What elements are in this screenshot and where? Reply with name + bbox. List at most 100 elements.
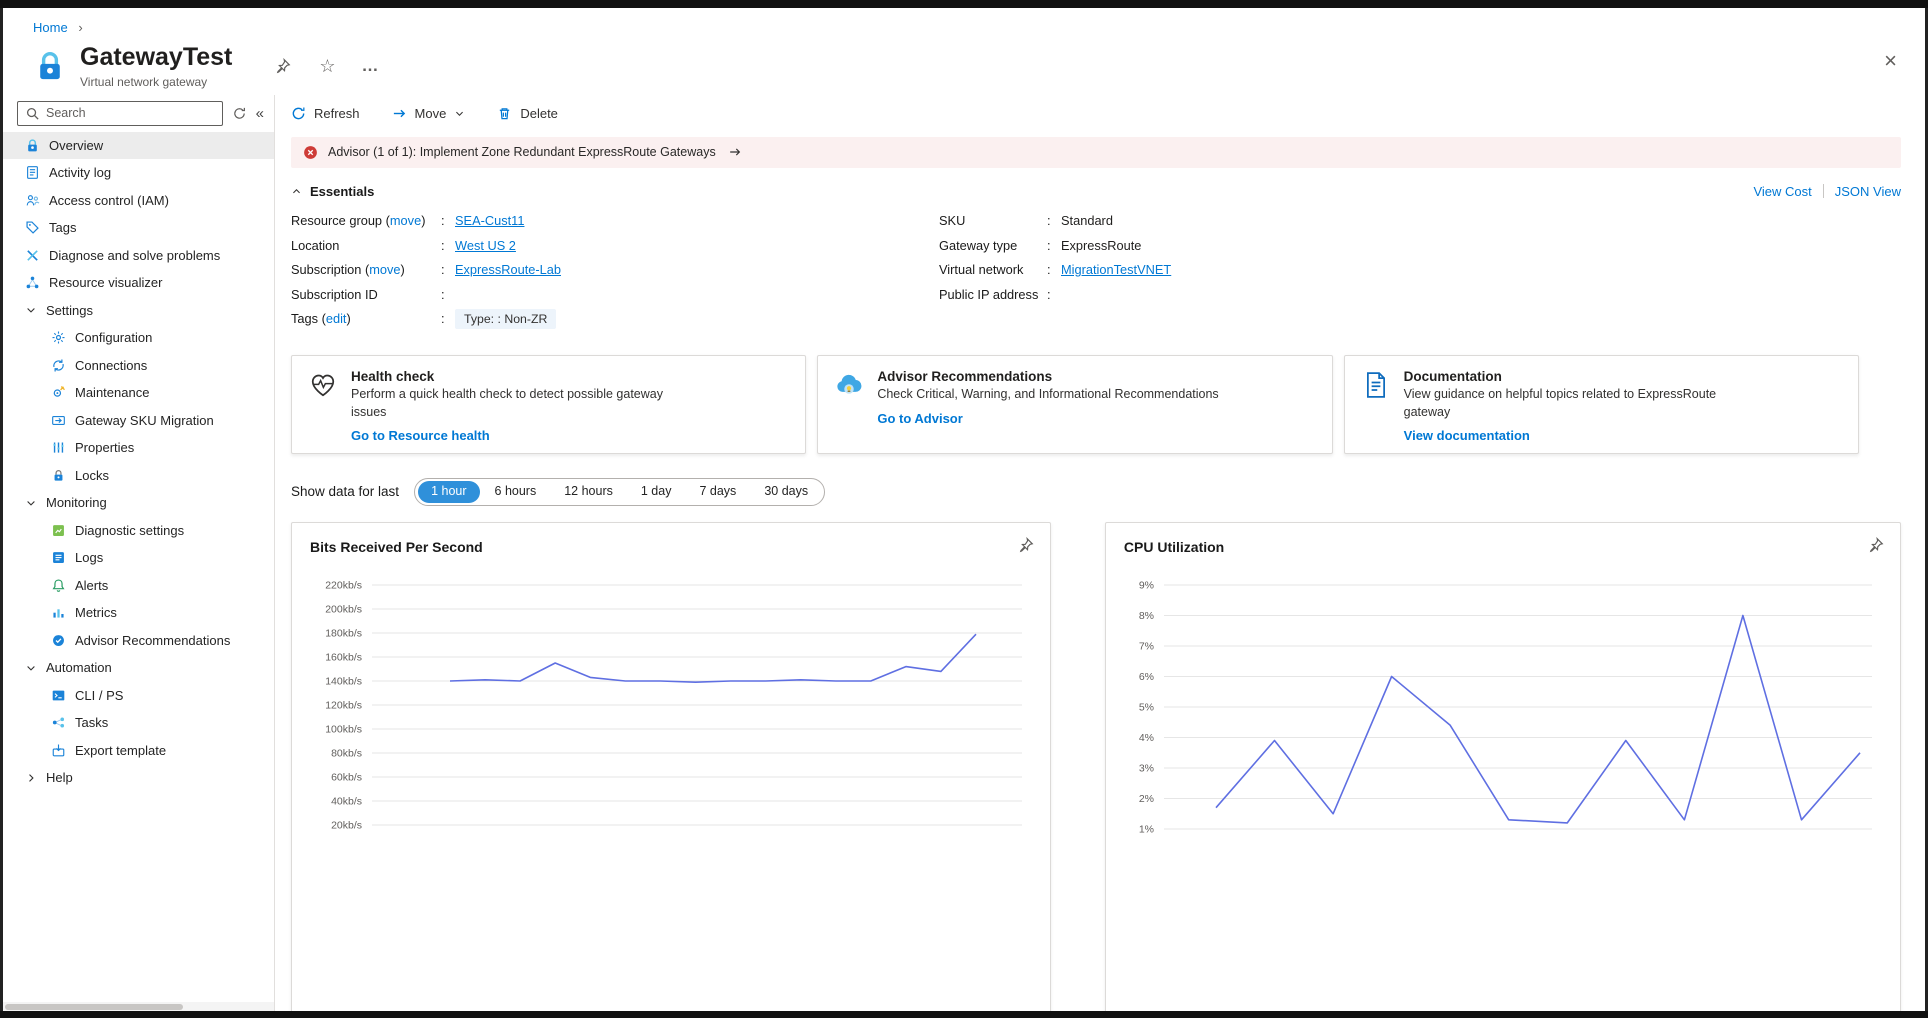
sidebar-item-cli-ps[interactable]: CLI / PS	[3, 682, 274, 710]
card-body: Advisor RecommendationsCheck Critical, W…	[877, 369, 1218, 440]
svg-text:2%: 2%	[1139, 793, 1154, 805]
card-title: Health check	[351, 369, 696, 384]
move-link[interactable]: move	[390, 213, 421, 228]
json-view-link[interactable]: JSON View	[1835, 184, 1901, 199]
sidebar-item-locks[interactable]: Locks	[3, 462, 274, 490]
time-pill-12-hours[interactable]: 12 hours	[551, 481, 626, 503]
chevron-down-icon	[25, 497, 37, 509]
essentials-value-link[interactable]: MigrationTestVNET	[1061, 262, 1171, 277]
svg-text:120kb/s: 120kb/s	[325, 699, 362, 711]
sidebar-item-advisor-recommendations[interactable]: Advisor Recommendations	[3, 627, 274, 655]
sidebar-horizontal-scrollbar[interactable]	[3, 1002, 274, 1011]
sidebar-item-label: Activity log	[49, 165, 111, 180]
essentials-value-link[interactable]: SEA-Cust11	[455, 213, 524, 228]
svg-text:3%: 3%	[1139, 762, 1154, 774]
essentials-right-column: SKU:StandardGateway type:ExpressRouteVir…	[939, 209, 1901, 332]
go-to-resource-health-link[interactable]: Go to Resource health	[351, 428, 490, 443]
essentials-row-location: Location:West US 2	[291, 233, 891, 258]
svg-text:180kb/s: 180kb/s	[325, 627, 362, 639]
more-options-icon[interactable]: …	[362, 62, 380, 71]
svg-text:6%: 6%	[1139, 671, 1154, 683]
card-documentation: DocumentationView guidance on helpful to…	[1344, 355, 1859, 454]
charts-row: Bits Received Per Second220kb/s200kb/s18…	[291, 522, 1901, 1011]
sidebar-item-label: Advisor Recommendations	[75, 633, 230, 648]
time-pill-1-hour[interactable]: 1 hour	[418, 481, 479, 503]
advisor-banner[interactable]: Advisor (1 of 1): Implement Zone Redunda…	[291, 137, 1901, 168]
sidebar-item-diagnostic-settings[interactable]: Diagnostic settings	[3, 517, 274, 545]
sidebar-item-tags[interactable]: Tags	[3, 214, 274, 242]
sidebar-item-diagnose-and-solve-problems[interactable]: Diagnose and solve problems	[3, 242, 274, 270]
access-control-icon	[25, 193, 40, 208]
window-edge-top	[0, 0, 1928, 8]
sidebar-item-overview[interactable]: Overview	[3, 132, 274, 160]
time-pill-6-hours[interactable]: 6 hours	[482, 481, 550, 503]
delete-button[interactable]: Delete	[497, 106, 558, 121]
card-health-check: Health checkPerform a quick health check…	[291, 355, 806, 454]
sidebar-item-label: Gateway SKU Migration	[75, 413, 214, 428]
card-body: Health checkPerform a quick health check…	[351, 369, 696, 440]
svg-text:8%: 8%	[1139, 610, 1154, 622]
sidebar-search-row: «	[3, 97, 274, 132]
view-cost-link[interactable]: View Cost	[1753, 184, 1811, 199]
card-body: DocumentationView guidance on helpful to…	[1404, 369, 1749, 440]
tag-chip[interactable]: Type: : Non-ZR	[455, 309, 556, 329]
body-row: « Overview Activity log Access control (IA…	[3, 95, 1925, 1012]
locks-icon	[51, 468, 66, 483]
sidebar-item-settings[interactable]: Settings	[3, 297, 274, 325]
sidebar-refresh-icon[interactable]	[232, 106, 247, 121]
sidebar-item-label: Overview	[49, 138, 103, 153]
sidebar-item-logs[interactable]: Logs	[3, 544, 274, 572]
info-cards: Health checkPerform a quick health check…	[291, 355, 1859, 454]
sidebar-item-label: Tags	[49, 220, 76, 235]
colon: :	[1047, 238, 1061, 253]
advisor-banner-text: Advisor (1 of 1): Implement Zone Redunda…	[328, 145, 716, 159]
sidebar-item-label: Diagnose and solve problems	[49, 248, 220, 263]
sidebar-item-export-template[interactable]: Export template	[3, 737, 274, 765]
sidebar-item-connections[interactable]: Connections	[3, 352, 274, 380]
pin-icon[interactable]	[1867, 537, 1884, 554]
essentials-title: Essentials	[310, 184, 374, 199]
page: Home › × GatewayTest Virtual network gat…	[0, 8, 1928, 1011]
move-button[interactable]: Move	[392, 106, 466, 121]
essentials-value-link[interactable]: West US 2	[455, 238, 516, 253]
close-button[interactable]: ×	[1884, 50, 1897, 72]
sidebar-item-help[interactable]: Help	[3, 764, 274, 792]
delete-icon	[497, 106, 512, 121]
breadcrumb-home-link[interactable]: Home	[33, 20, 68, 35]
time-pill-1-day[interactable]: 1 day	[628, 481, 685, 503]
essentials-value-link[interactable]: ExpressRoute-Lab	[455, 262, 561, 277]
pin-icon[interactable]	[274, 58, 291, 75]
view-documentation-link[interactable]: View documentation	[1404, 428, 1530, 443]
chevron-up-icon[interactable]	[291, 186, 302, 197]
go-to-advisor-link[interactable]: Go to Advisor	[877, 411, 962, 426]
refresh-label: Refresh	[314, 106, 360, 121]
search-input[interactable]	[46, 106, 215, 120]
essentials-header: Essentials View Cost JSON View	[291, 184, 1901, 199]
divider	[1823, 184, 1824, 198]
sidebar-item-configuration[interactable]: Configuration	[3, 324, 274, 352]
refresh-button[interactable]: Refresh	[291, 106, 360, 121]
advisor-cloud-icon	[834, 370, 864, 400]
sidebar-item-access-control-iam[interactable]: Access control (IAM)	[3, 187, 274, 215]
sidebar-item-activity-log[interactable]: Activity log	[3, 159, 274, 187]
time-pill-7-days[interactable]: 7 days	[686, 481, 749, 503]
sidebar-item-metrics[interactable]: Metrics	[3, 599, 274, 627]
favorite-star-icon[interactable]: ☆	[319, 57, 335, 75]
sidebar-item-monitoring[interactable]: Monitoring	[3, 489, 274, 517]
chart-title: Bits Received Per Second	[310, 539, 1032, 555]
sidebar-collapse-icon[interactable]: «	[256, 105, 264, 122]
sidebar-item-resource-visualizer[interactable]: Resource visualizer	[3, 269, 274, 297]
move-icon	[392, 106, 407, 121]
edit-link[interactable]: edit	[326, 311, 347, 326]
move-link[interactable]: move	[369, 262, 400, 277]
sidebar-item-alerts[interactable]: Alerts	[3, 572, 274, 600]
sidebar-item-automation[interactable]: Automation	[3, 654, 274, 682]
time-pill-30-days[interactable]: 30 days	[751, 481, 821, 503]
error-icon	[303, 145, 318, 160]
sidebar-item-gateway-sku-migration[interactable]: Gateway SKU Migration	[3, 407, 274, 435]
sidebar-item-properties[interactable]: Properties	[3, 434, 274, 462]
sidebar-item-tasks[interactable]: Tasks	[3, 709, 274, 737]
sidebar-item-maintenance[interactable]: Maintenance	[3, 379, 274, 407]
svg-text:160kb/s: 160kb/s	[325, 651, 362, 663]
pin-icon[interactable]	[1017, 537, 1034, 554]
